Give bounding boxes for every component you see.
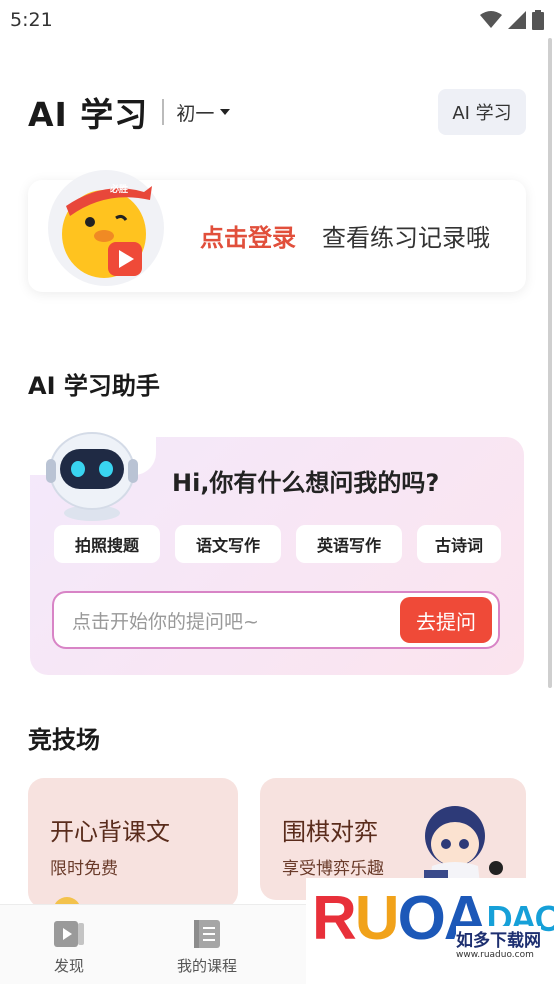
grade-selector[interactable]: 初一 (176, 99, 231, 126)
title-divider (162, 99, 165, 125)
status-time: 5:21 (10, 9, 53, 31)
scrollbar[interactable] (548, 38, 552, 688)
login-description: 查看练习记录哦 (322, 224, 490, 252)
nav-label: 发现 (53, 957, 84, 975)
tag-english-writing[interactable]: 英语写作 (296, 525, 402, 563)
mascot-badge: 必胜 (110, 185, 129, 195)
signal-icon (508, 11, 526, 29)
ai-study-chip[interactable]: AI 学习 (438, 89, 526, 135)
quick-tags: 拍照搜题 语文写作 英语写作 古诗词 (54, 525, 501, 563)
battery-icon (532, 10, 544, 30)
game-title: 围棋对弈 (282, 818, 378, 846)
tag-photo-search[interactable]: 拍照搜题 (54, 525, 160, 563)
robot-icon (46, 432, 138, 521)
watermark-logo: RUOADAO 如多下载网 www.ruaduo.com (306, 878, 554, 984)
page-header: AI 学习 初一 AI 学习 (28, 88, 526, 136)
game-subtitle: 享受博弈乐趣 (282, 859, 384, 879)
login-card[interactable]: 必胜 点击登录 查看练习记录哦 (28, 170, 526, 292)
chick-mascot-icon (48, 170, 164, 286)
tag-ancient-poetry[interactable]: 古诗词 (417, 525, 501, 563)
play-book-icon (54, 921, 84, 947)
ai-assistant-card: Hi,你有什么想问我的吗? 拍照搜题 语文写作 英语写作 古诗词 点击开始你的提… (28, 432, 524, 675)
wifi-icon (480, 11, 502, 28)
status-icons (480, 10, 544, 30)
question-placeholder: 点击开始你的提问吧~ (72, 610, 259, 633)
game-title: 开心背课文 (50, 818, 170, 846)
watermark-site-name: 如多下载网 (456, 926, 541, 951)
assistant-section-title: AI 学习助手 (28, 372, 160, 400)
nav-discover[interactable]: 发现 (24, 919, 114, 976)
ask-button[interactable]: 去提问 (400, 597, 492, 643)
caret-down-icon (220, 109, 231, 115)
arena-section-title: 竞技场 (28, 726, 100, 754)
status-bar: 5:21 (0, 0, 554, 40)
login-link[interactable]: 点击登录 (200, 218, 296, 253)
nav-label: 我的课程 (176, 957, 237, 975)
game-subtitle: 限时免费 (50, 859, 118, 879)
recite-text-card[interactable]: 开心背课文 限时免费 (28, 778, 238, 908)
nav-my-courses[interactable]: 我的课程 (162, 919, 252, 976)
watermark-url: www.ruaduo.com (456, 950, 534, 960)
tag-chinese-writing[interactable]: 语文写作 (175, 525, 281, 563)
assistant-greeting: Hi,你有什么想问我的吗? (172, 469, 440, 497)
notebook-icon (194, 920, 220, 948)
question-input[interactable]: 点击开始你的提问吧~ 去提问 (52, 591, 500, 649)
page-title: AI 学习 (28, 95, 149, 134)
grade-label: 初一 (176, 102, 215, 125)
